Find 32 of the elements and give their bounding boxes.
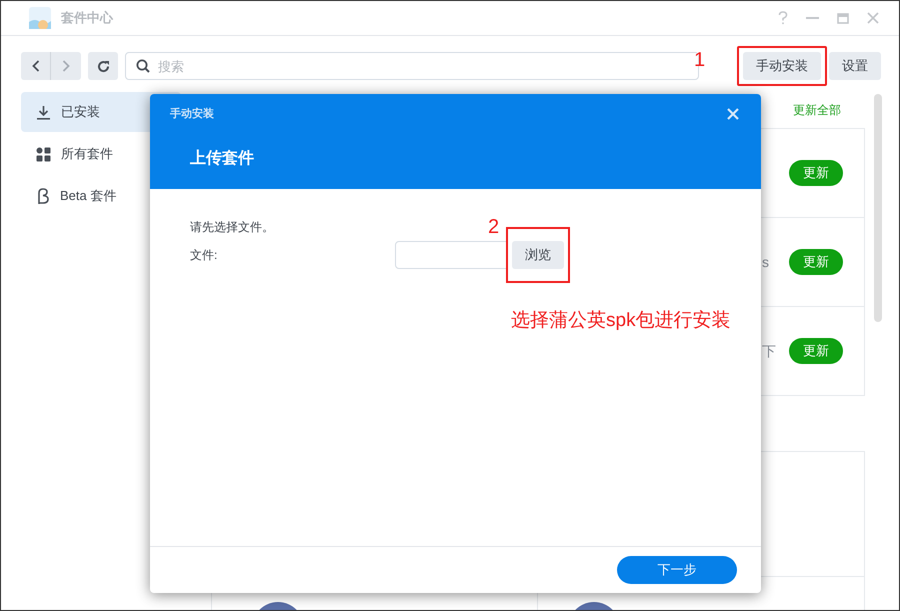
grid-icon [36, 146, 51, 162]
next-button[interactable]: 下一步 [617, 556, 737, 584]
close-button[interactable] [727, 108, 739, 120]
maximize-icon[interactable] [837, 12, 849, 24]
package-description: 下 [762, 343, 776, 359]
step-number: 2 [488, 215, 500, 239]
minimize-icon[interactable] [806, 17, 819, 19]
beta-icon [36, 188, 50, 204]
close-icon [727, 108, 739, 120]
manual-install-button[interactable]: 手动安装 [743, 52, 821, 80]
settings-button[interactable]: 设置 [829, 52, 881, 80]
back-button[interactable] [21, 52, 51, 80]
window-title: 套件中心 [61, 9, 114, 28]
help-icon[interactable] [778, 11, 788, 25]
app-logo-icon [29, 7, 51, 29]
back-icon [32, 60, 40, 72]
browse-button[interactable]: 浏览 [512, 241, 564, 269]
forward-icon [62, 60, 70, 72]
close-icon[interactable] [867, 12, 879, 24]
scrollbar[interactable] [874, 94, 882, 322]
sidebar-item[interactable]: Beta 套件 [21, 176, 181, 216]
annotation-note: 选择蒲公英spk包进行安装 [511, 309, 731, 333]
file-label: 文件: [190, 247, 218, 264]
download-icon [36, 104, 51, 120]
sidebar-item[interactable]: 所有套件 [21, 134, 181, 174]
file-field[interactable] [395, 241, 507, 269]
prompt-text: 请先选择文件。 [190, 219, 274, 236]
refresh-button[interactable] [88, 52, 118, 80]
search-icon [136, 59, 150, 73]
package-description: s [762, 254, 769, 270]
refresh-icon [96, 60, 110, 72]
dialog-heading: 上传套件 [190, 148, 254, 169]
